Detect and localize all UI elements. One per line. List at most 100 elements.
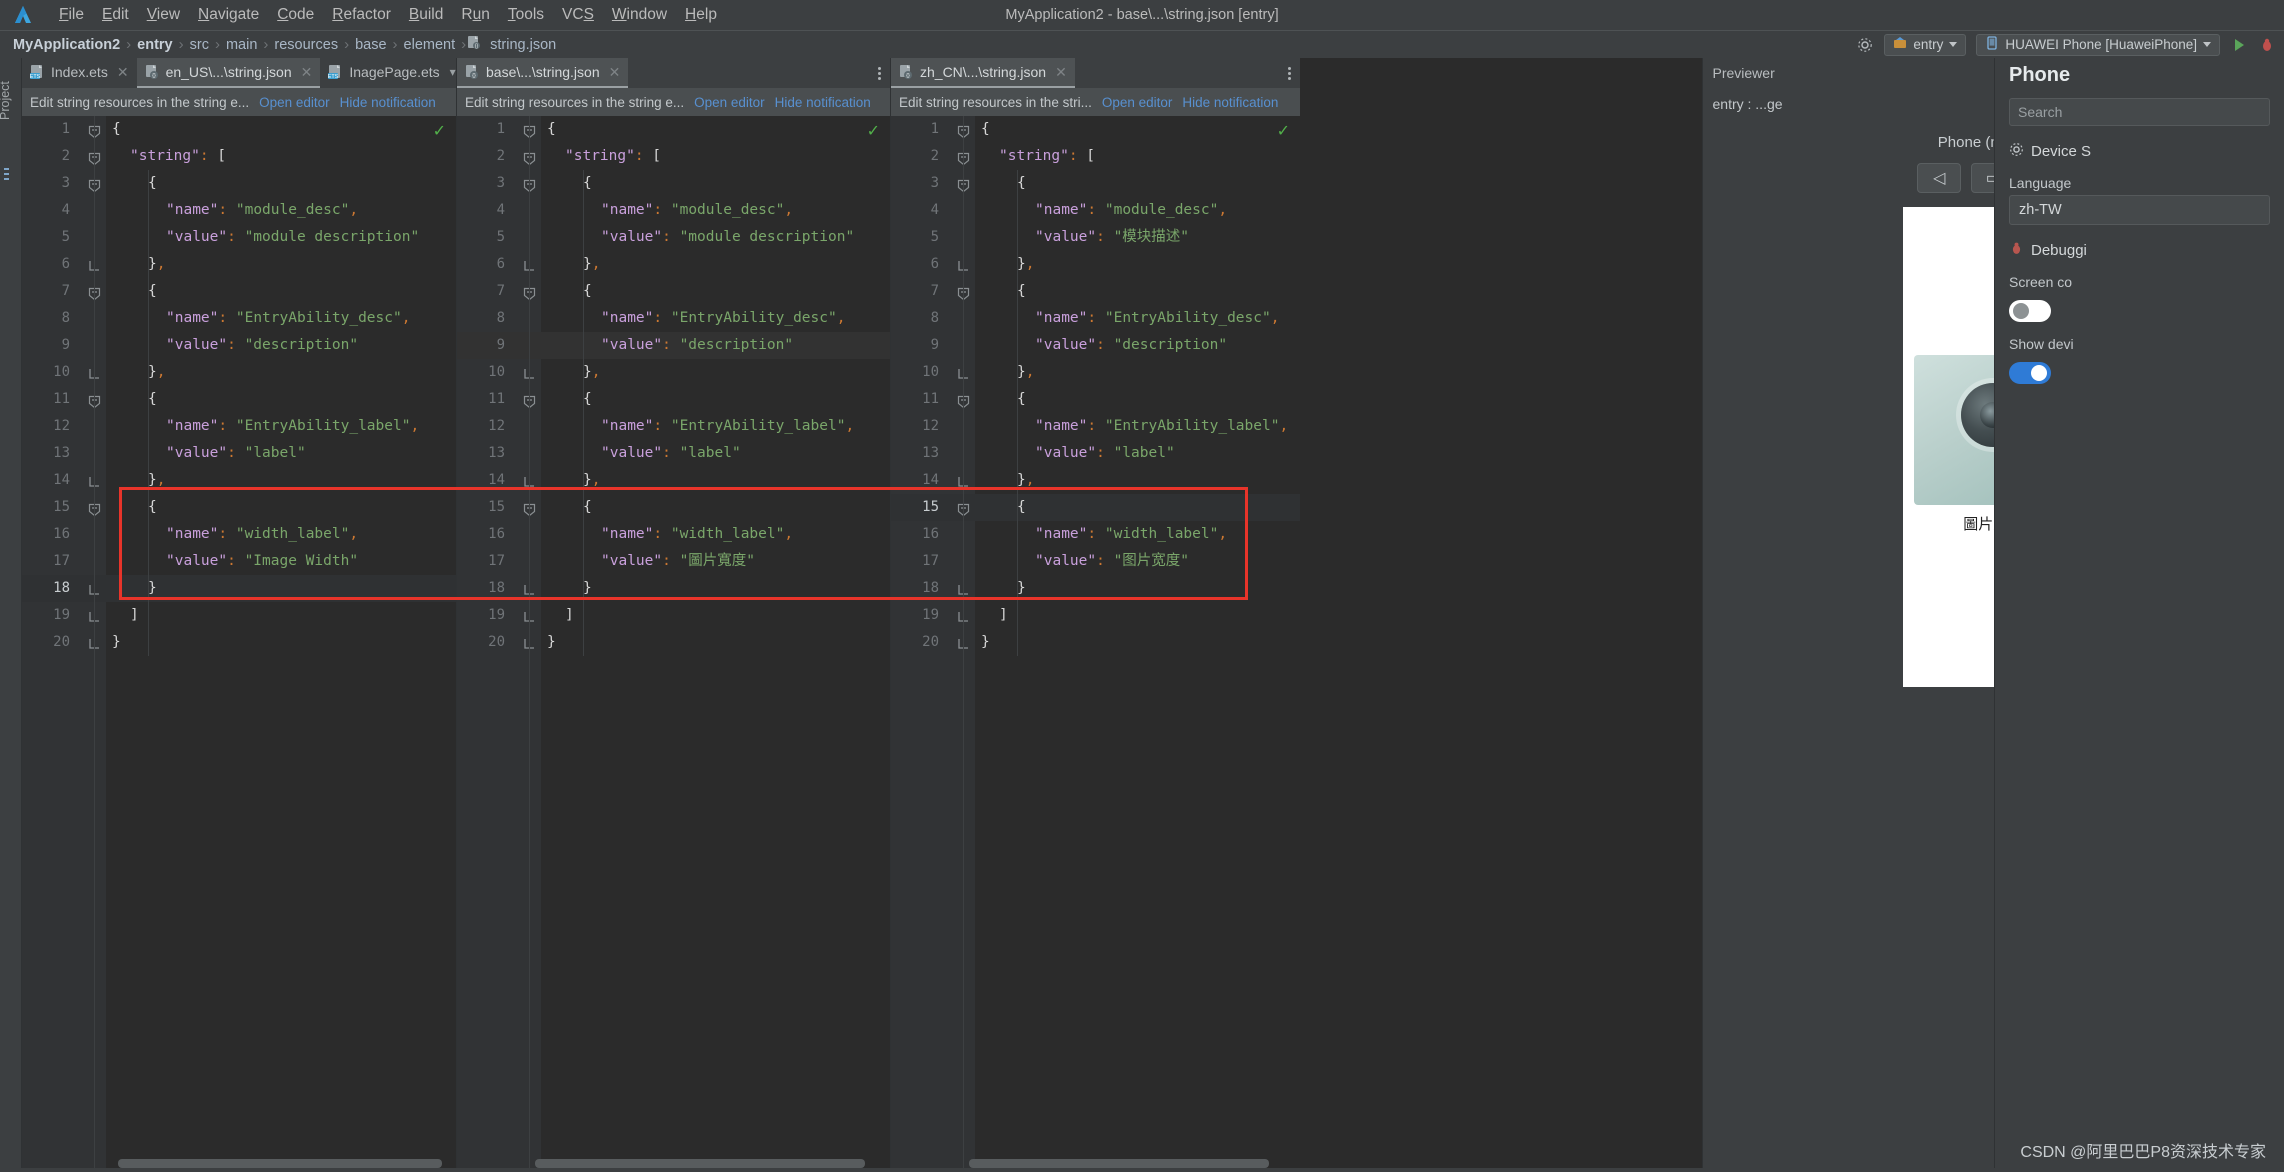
code-text: ] <box>999 607 1008 623</box>
screen-color-toggle[interactable] <box>2009 300 2051 322</box>
settings-section-debugging[interactable]: Debuggi <box>1995 225 2284 266</box>
navigation-bar: MyApplication2 › entry › src › main › re… <box>0 30 2284 58</box>
line-number: 8 <box>61 310 70 326</box>
code-line: 9 "value": "description" <box>457 332 890 359</box>
close-icon[interactable]: ✕ <box>301 64 313 81</box>
tab-zh-cn-string-json[interactable]: {} zh_CN\...\string.json ✕ <box>891 58 1075 88</box>
menu-item-refactor[interactable]: Refactor <box>323 4 400 26</box>
line-number: 7 <box>496 283 505 299</box>
horizontal-scrollbar[interactable] <box>457 1159 890 1168</box>
menu-item-edit[interactable]: Edit <box>93 4 138 26</box>
code-line: 3{ <box>891 170 1300 197</box>
code-line: 10}, <box>22 359 456 386</box>
code-text: { <box>583 391 592 407</box>
breadcrumb-item-file[interactable]: string.json <box>485 37 561 53</box>
code-text: }, <box>583 472 601 488</box>
show-device-toggle[interactable] <box>2009 362 2051 384</box>
line-number: 4 <box>61 202 70 218</box>
tool-window-project[interactable]: Project <box>0 60 12 120</box>
menu-item-help[interactable]: Help <box>676 4 726 26</box>
line-number: 10 <box>922 364 939 380</box>
close-icon[interactable]: ✕ <box>117 64 129 81</box>
ets-file-icon: ETS <box>30 64 45 80</box>
line-number: 17 <box>488 553 505 569</box>
rotate-left-button[interactable]: ◁ <box>1917 163 1962 193</box>
settings-search-input[interactable]: Search <box>2009 98 2270 126</box>
code-text: "name": "width_label", <box>166 526 359 542</box>
notification-bar-pane-3: Edit string resources in the stri... Ope… <box>891 88 1300 116</box>
show-device-label: Show devi <box>2009 336 2074 352</box>
breadcrumb-item-element[interactable]: element <box>399 37 461 53</box>
settings-section-device[interactable]: Device S <box>1995 126 2284 167</box>
code-line: 20} <box>22 629 456 656</box>
editor-pane-1: ETS Index.ets ✕ {} en_US\...\string.json… <box>22 58 476 1172</box>
menu-item-window[interactable]: Window <box>603 4 676 26</box>
code-line: 18} <box>457 575 890 602</box>
menu-item-run[interactable]: Run <box>452 4 498 26</box>
notification-message: Edit string resources in the stri... <box>899 94 1092 110</box>
menu-item-view[interactable]: View <box>138 4 189 26</box>
tab-en-us-string-json[interactable]: {} en_US\...\string.json ✕ <box>136 58 321 88</box>
code-text: "value": "module description" <box>166 229 420 245</box>
close-icon[interactable]: ✕ <box>609 64 621 81</box>
settings-title: Phone <box>2009 63 2071 86</box>
code-text: ] <box>565 607 574 623</box>
menu-item-file[interactable]: File <box>50 4 93 26</box>
code-line: 6}, <box>891 251 1300 278</box>
fold-guide <box>963 116 964 1172</box>
open-editor-link[interactable]: Open editor <box>259 95 330 110</box>
menu-item-vcs[interactable]: VCS <box>553 4 603 26</box>
hide-notification-link[interactable]: Hide notification <box>340 95 436 110</box>
settings-section-label: Debuggi <box>2031 242 2087 259</box>
menu-item-navigate[interactable]: Navigate <box>189 4 268 26</box>
code-text: } <box>148 580 157 596</box>
code-line: 7{ <box>891 278 1300 305</box>
menu-item-code[interactable]: Code <box>268 4 323 26</box>
line-number: 20 <box>922 634 939 650</box>
language-select[interactable]: zh-TW <box>2009 195 2270 225</box>
previewer-subtitle: entry : ...ge <box>1712 96 1783 112</box>
breadcrumb-item-entry[interactable]: entry <box>132 37 177 53</box>
breadcrumb-item-project[interactable]: MyApplication2 <box>8 37 125 53</box>
pane-options-button[interactable] <box>869 58 890 88</box>
horizontal-scrollbar[interactable] <box>891 1159 1300 1168</box>
breadcrumb-item-main[interactable]: main <box>221 37 262 53</box>
structure-icon[interactable] <box>3 166 19 182</box>
code-editor-pane-2[interactable]: 1{2 "string": [3{4 "name": "module_desc", 5… <box>457 116 890 1172</box>
chevron-down-icon[interactable]: ▾ <box>450 65 456 79</box>
menu-item-tools[interactable]: Tools <box>499 4 553 26</box>
hide-notification-link[interactable]: Hide notification <box>775 95 871 110</box>
code-editor-pane-1[interactable]: 1{2 "string": [3{4 "name": "module_desc", 5… <box>22 116 456 1172</box>
menu-item-build[interactable]: Build <box>400 4 452 26</box>
line-number: 11 <box>488 391 505 407</box>
run-icon[interactable] <box>2230 36 2248 54</box>
device-selector[interactable]: HUAWEI Phone [HuaweiPhone] <box>1976 33 2220 56</box>
horizontal-scrollbar[interactable] <box>22 1159 456 1168</box>
code-editor-pane-3[interactable]: 1{2 "string": [3{4 "name": "module_desc", 5… <box>891 116 1300 1172</box>
watermark: CSDN @阿里巴巴P8资深技术专家 <box>2020 1144 2266 1161</box>
gear-icon <box>2009 142 2024 161</box>
tab-inagepage-ets[interactable]: ETS InagePage.ets ▾ <box>320 58 463 88</box>
breadcrumb-item-resources[interactable]: resources <box>269 37 343 53</box>
code-line: 13 "value": "label" <box>891 440 1300 467</box>
code-line: 18} <box>891 575 1300 602</box>
line-number: 8 <box>930 310 939 326</box>
open-editor-link[interactable]: Open editor <box>694 95 765 110</box>
run-configuration-selector[interactable]: entry <box>1884 33 1967 56</box>
breadcrumb-item-base[interactable]: base <box>350 37 391 53</box>
breadcrumb-separator: › <box>178 36 184 53</box>
open-editor-link[interactable]: Open editor <box>1102 95 1173 110</box>
close-icon[interactable]: ✕ <box>1055 64 1067 81</box>
tab-index-ets[interactable]: ETS Index.ets ✕ <box>22 58 137 88</box>
pane-options-button[interactable] <box>1279 58 1300 88</box>
code-text: { <box>583 283 592 299</box>
code-line: 6}, <box>457 251 890 278</box>
gear-icon[interactable] <box>1856 36 1874 54</box>
debug-icon[interactable] <box>2258 36 2276 54</box>
code-text: { <box>148 499 157 515</box>
tab-base-string-json[interactable]: {} base\...\string.json ✕ <box>457 58 629 88</box>
line-number: 16 <box>488 526 505 542</box>
line-number: 12 <box>53 418 70 434</box>
breadcrumb-item-src[interactable]: src <box>185 37 214 53</box>
hide-notification-link[interactable]: Hide notification <box>1182 95 1278 110</box>
